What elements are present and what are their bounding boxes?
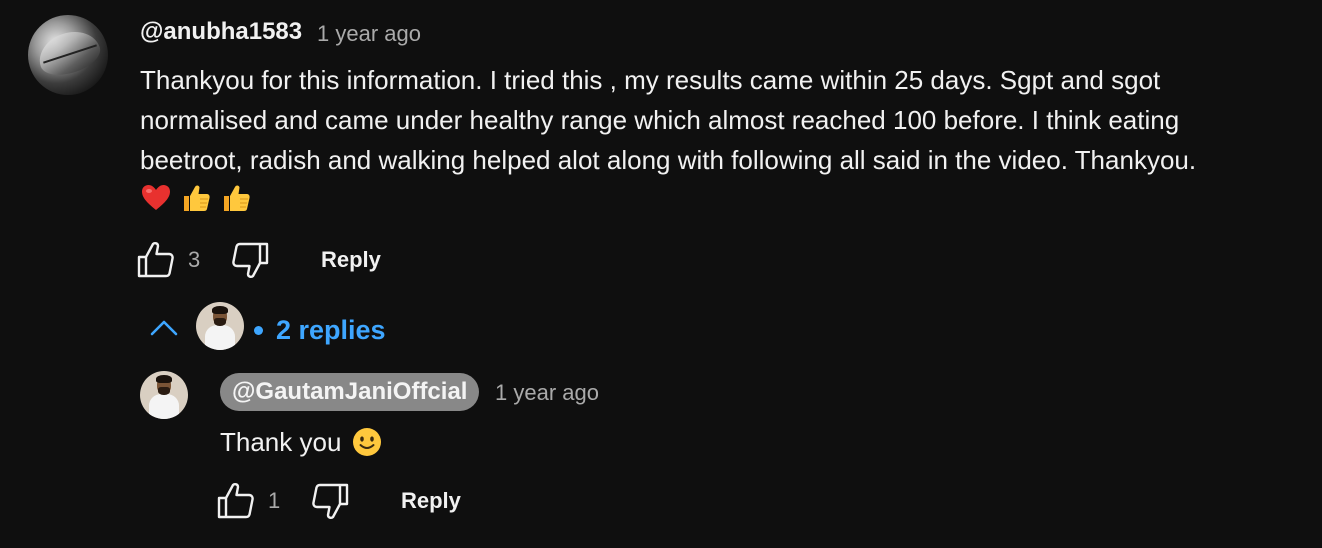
comment-body: Thankyou for this information. I tried t… (140, 60, 1310, 180)
comment-timestamp[interactable]: 1 year ago (317, 21, 421, 47)
reply-timestamp[interactable]: 1 year ago (495, 380, 599, 406)
channel-owner-badge[interactable]: @GautamJaniOffcial (220, 373, 480, 411)
like-count: 3 (188, 247, 201, 272)
avatar-person-beard (158, 386, 170, 395)
red-heart-icon (142, 185, 170, 210)
commenter-avatar[interactable] (28, 15, 108, 95)
reply-dislike-button-icon[interactable] (310, 481, 350, 521)
reply-author-avatar[interactable] (140, 371, 188, 419)
reply-like-button-icon[interactable] (216, 481, 256, 521)
reply-like-count: 1 (268, 488, 281, 513)
comment-line: beetroot, radish and walking helped alot… (140, 145, 1197, 175)
avatar-person-body (148, 394, 180, 419)
like-button-icon[interactable] (136, 240, 176, 280)
reply-body: Thank you (220, 424, 383, 460)
avatar-person-hair (212, 305, 228, 314)
reply-button[interactable]: Reply (321, 247, 381, 273)
chevron-up-icon[interactable] (148, 318, 180, 338)
comment-line: Thankyou for this information. I tried t… (140, 65, 1161, 95)
thumbs-up-icon (184, 185, 210, 211)
comment-line: normalised and came under healthy range … (140, 105, 1180, 135)
avatar-person-hair (156, 374, 172, 383)
replies-count-label[interactable]: 2 replies (276, 315, 386, 346)
reply-text: Thank you (220, 427, 342, 457)
comment-author[interactable]: @anubha1583 (140, 18, 302, 46)
separator-dot (254, 326, 263, 335)
comment-emoji-row (140, 182, 252, 214)
slightly-smiling-face-icon (353, 428, 382, 456)
reply-reply-button[interactable]: Reply (401, 488, 461, 514)
avatar-person-beard (214, 317, 226, 326)
reply-author-avatar-preview (196, 302, 244, 350)
thumbs-up-icon (224, 185, 250, 211)
avatar-person-body (204, 325, 236, 350)
dislike-button-icon[interactable] (230, 240, 270, 280)
comment-thread: @anubha1583 1 year ago Thankyou for this… (0, 0, 1322, 548)
